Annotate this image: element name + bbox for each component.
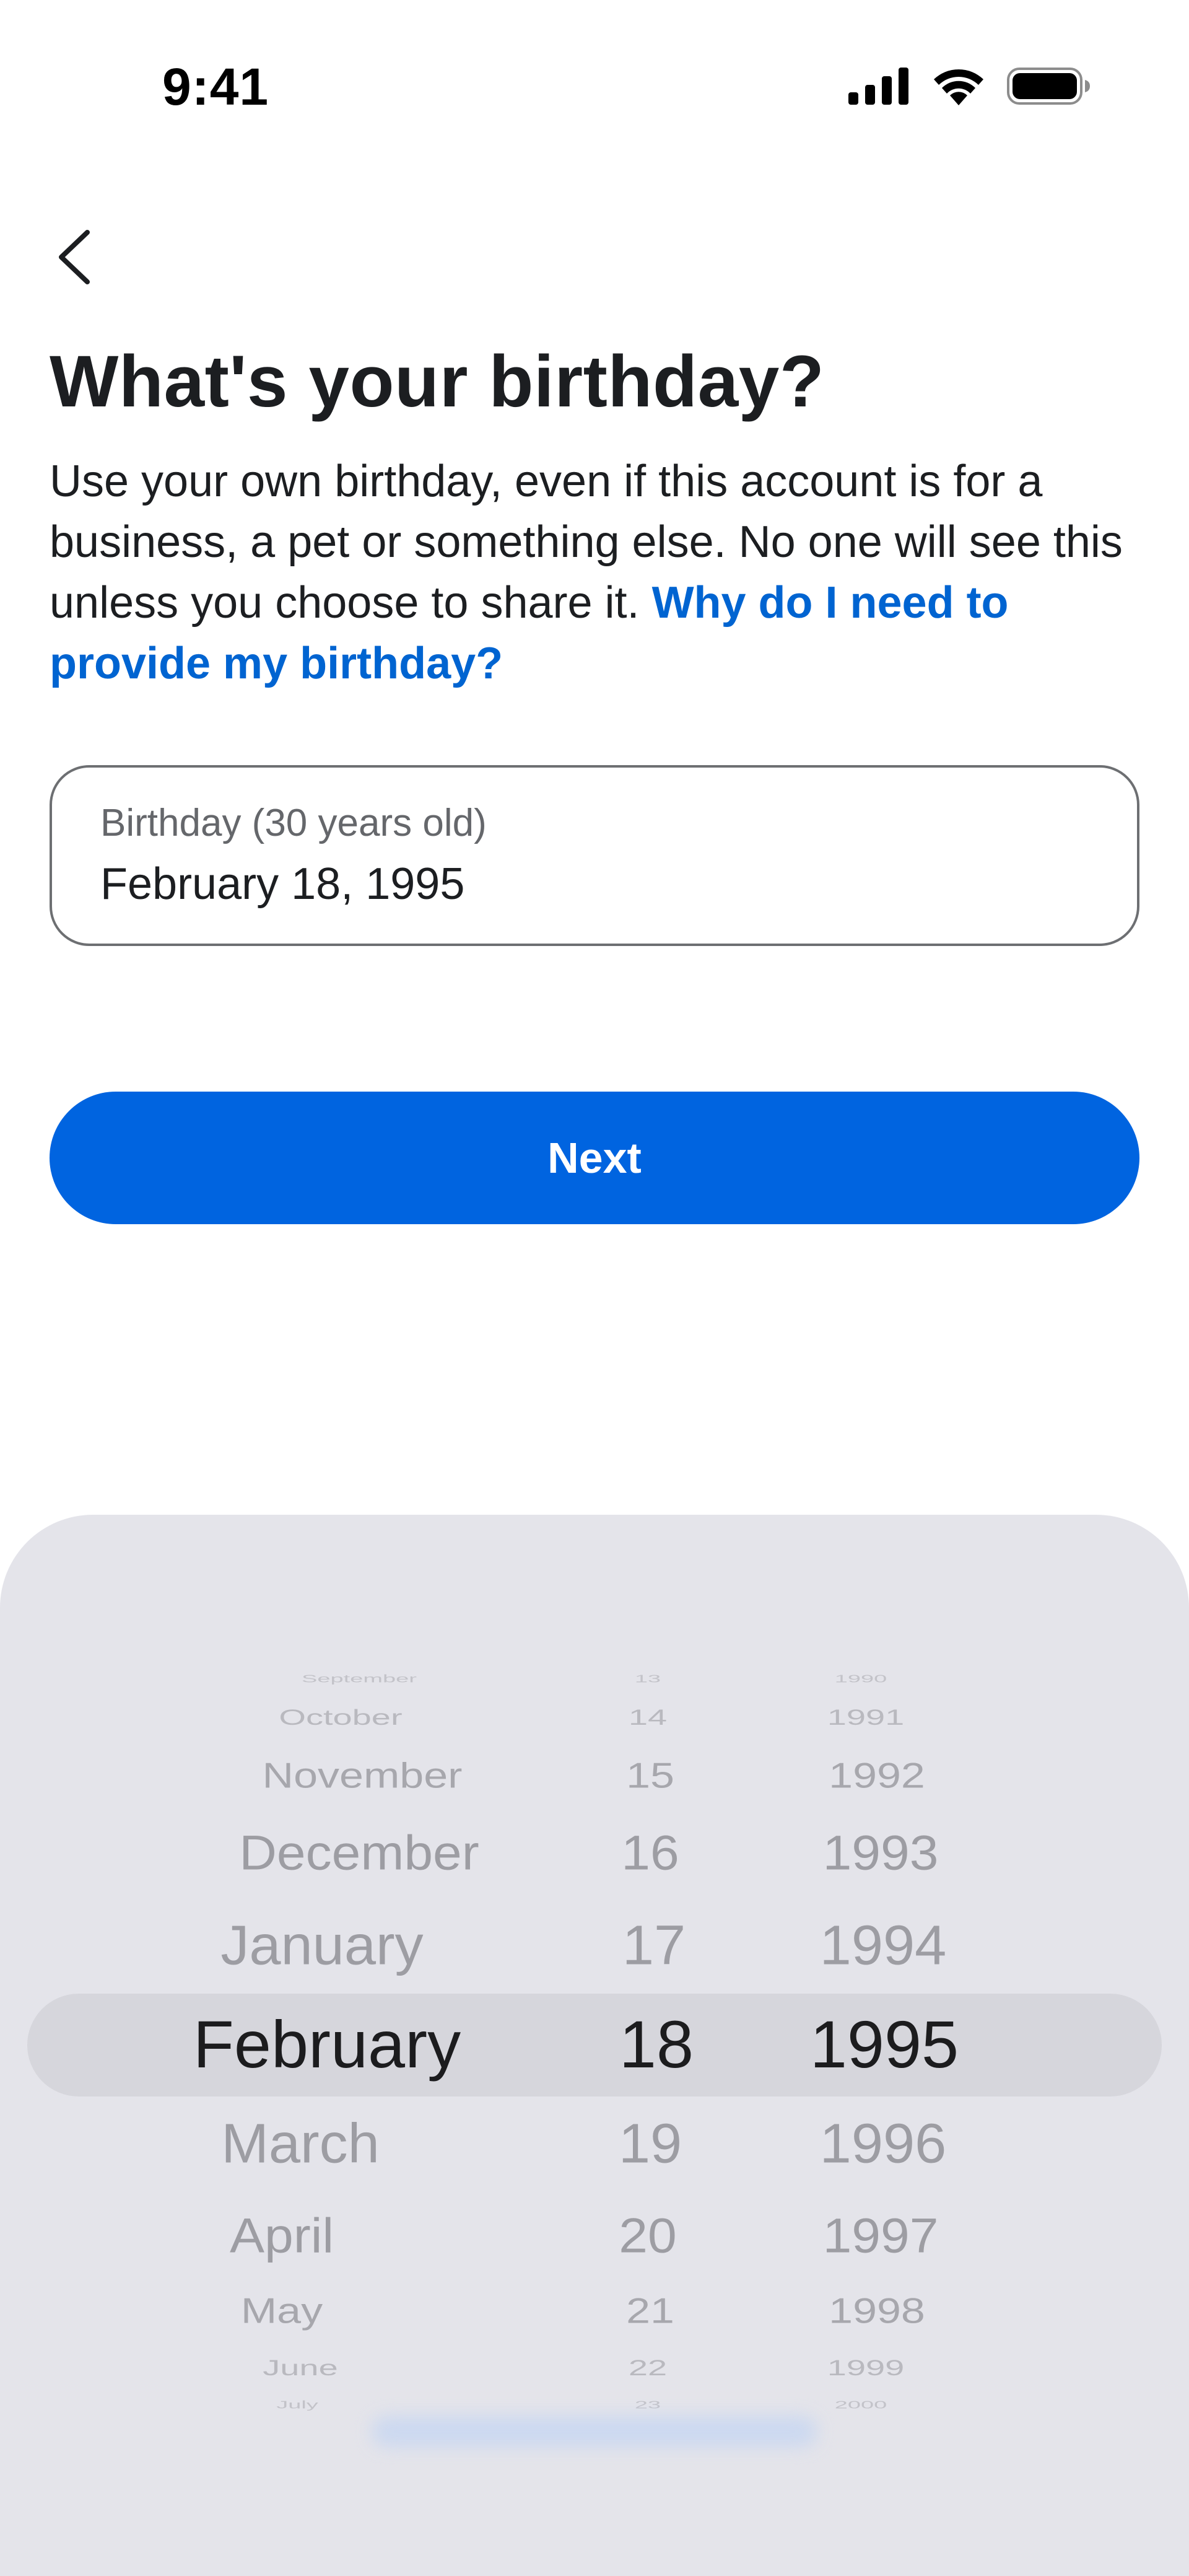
day-option[interactable]: 15: [626, 1758, 674, 1793]
wifi-icon: [934, 69, 983, 105]
cellular-signal-icon: [848, 68, 908, 105]
day-option[interactable]: 13: [635, 1673, 661, 1684]
month-option[interactable]: May: [241, 2293, 323, 2328]
birthday-field-value: February 18, 1995: [100, 859, 465, 909]
day-option[interactable]: 20: [619, 2211, 676, 2260]
status-icons: [848, 67, 1090, 105]
year-option[interactable]: 1996: [820, 2116, 947, 2171]
year-option[interactable]: 1991: [827, 1706, 905, 1728]
year-option[interactable]: 1997: [823, 2211, 939, 2260]
day-option[interactable]: 23: [635, 2399, 661, 2410]
year-option[interactable]: 1998: [829, 2293, 925, 2328]
day-option[interactable]: 17: [622, 1917, 686, 1973]
month-option[interactable]: September: [302, 1673, 417, 1684]
status-time: 9:41: [162, 58, 269, 116]
year-option[interactable]: 1993: [823, 1828, 939, 1877]
next-button[interactable]: Next: [50, 1092, 1139, 1224]
day-option[interactable]: 16: [621, 1828, 679, 1877]
year-option-selected[interactable]: 1995: [810, 2011, 959, 2078]
day-option[interactable]: 19: [619, 2116, 682, 2171]
day-option[interactable]: 21: [626, 2293, 674, 2328]
home-indicator: [372, 2416, 817, 2447]
month-option[interactable]: October: [279, 1706, 402, 1728]
status-bar: 9:41: [0, 0, 1189, 173]
year-option[interactable]: 1999: [827, 2357, 905, 2379]
chevron-left-icon: [59, 230, 90, 284]
date-picker-sheet: September October November December January F…: [0, 1515, 1189, 2576]
page-title: What's your birthday?: [50, 341, 825, 423]
battery-icon: [1007, 68, 1090, 105]
month-option[interactable]: July: [276, 2399, 318, 2410]
month-option[interactable]: March: [221, 2116, 380, 2171]
month-option-selected[interactable]: February: [193, 2011, 461, 2078]
month-option[interactable]: January: [220, 1917, 423, 1973]
description: Use your own birthday, even if this acco…: [50, 451, 1152, 694]
day-option[interactable]: 22: [629, 2357, 667, 2379]
month-option[interactable]: April: [230, 2211, 334, 2260]
year-option[interactable]: 2000: [835, 2399, 887, 2410]
month-option[interactable]: December: [239, 1828, 479, 1877]
day-option[interactable]: 14: [629, 1706, 667, 1728]
day-option-selected[interactable]: 18: [619, 2011, 694, 2078]
back-button[interactable]: [43, 223, 105, 291]
birthday-field[interactable]: Birthday (30 years old) February 18, 199…: [50, 765, 1139, 946]
year-option[interactable]: 1994: [820, 1917, 947, 1973]
year-option[interactable]: 1990: [835, 1673, 887, 1684]
birthday-field-label: Birthday (30 years old): [100, 802, 487, 844]
month-option[interactable]: November: [263, 1758, 463, 1793]
year-option[interactable]: 1992: [829, 1758, 925, 1793]
month-option[interactable]: June: [263, 2357, 338, 2379]
